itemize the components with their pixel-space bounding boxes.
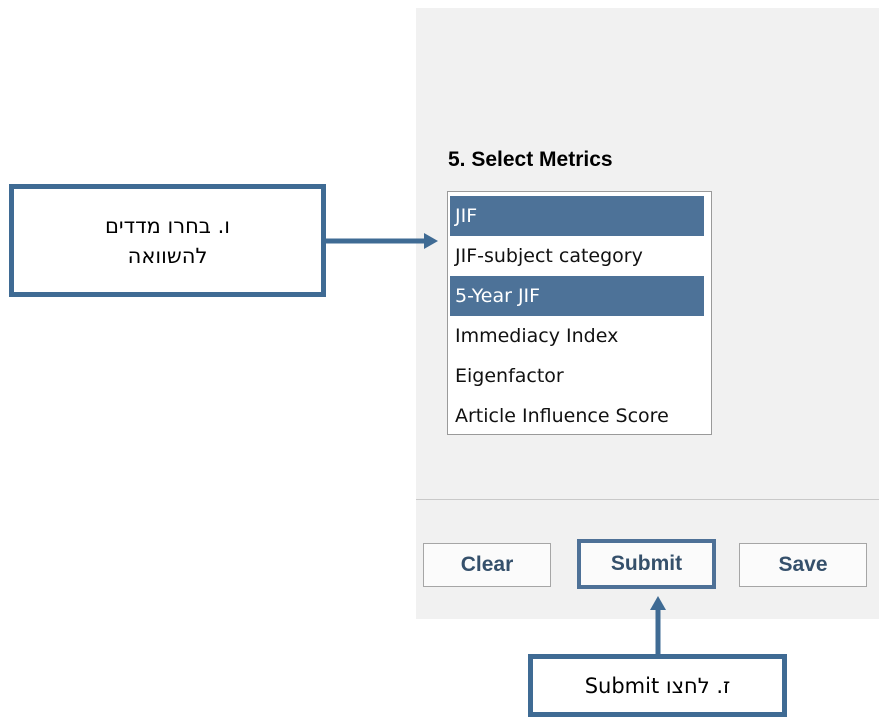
metrics-arrow-head [424,233,438,249]
callout-arrows [326,233,666,654]
submit-arrow-head [650,596,666,610]
